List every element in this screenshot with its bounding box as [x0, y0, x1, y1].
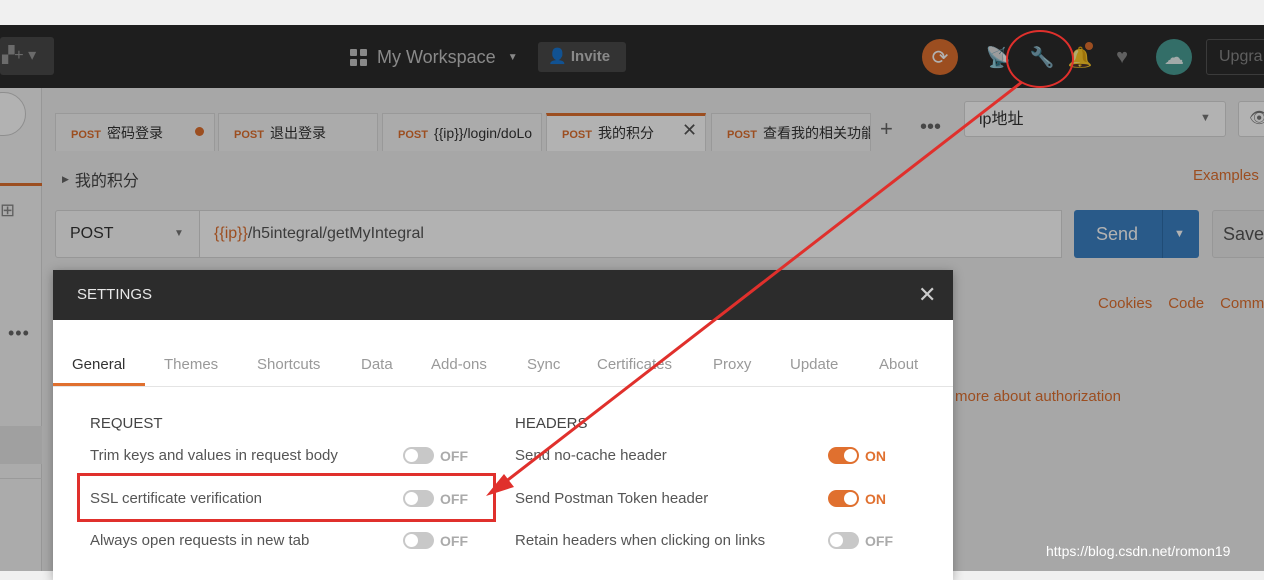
watermark: https://blog.csdn.net/romon19	[1046, 543, 1231, 559]
annotation-arrow	[486, 80, 1023, 496]
